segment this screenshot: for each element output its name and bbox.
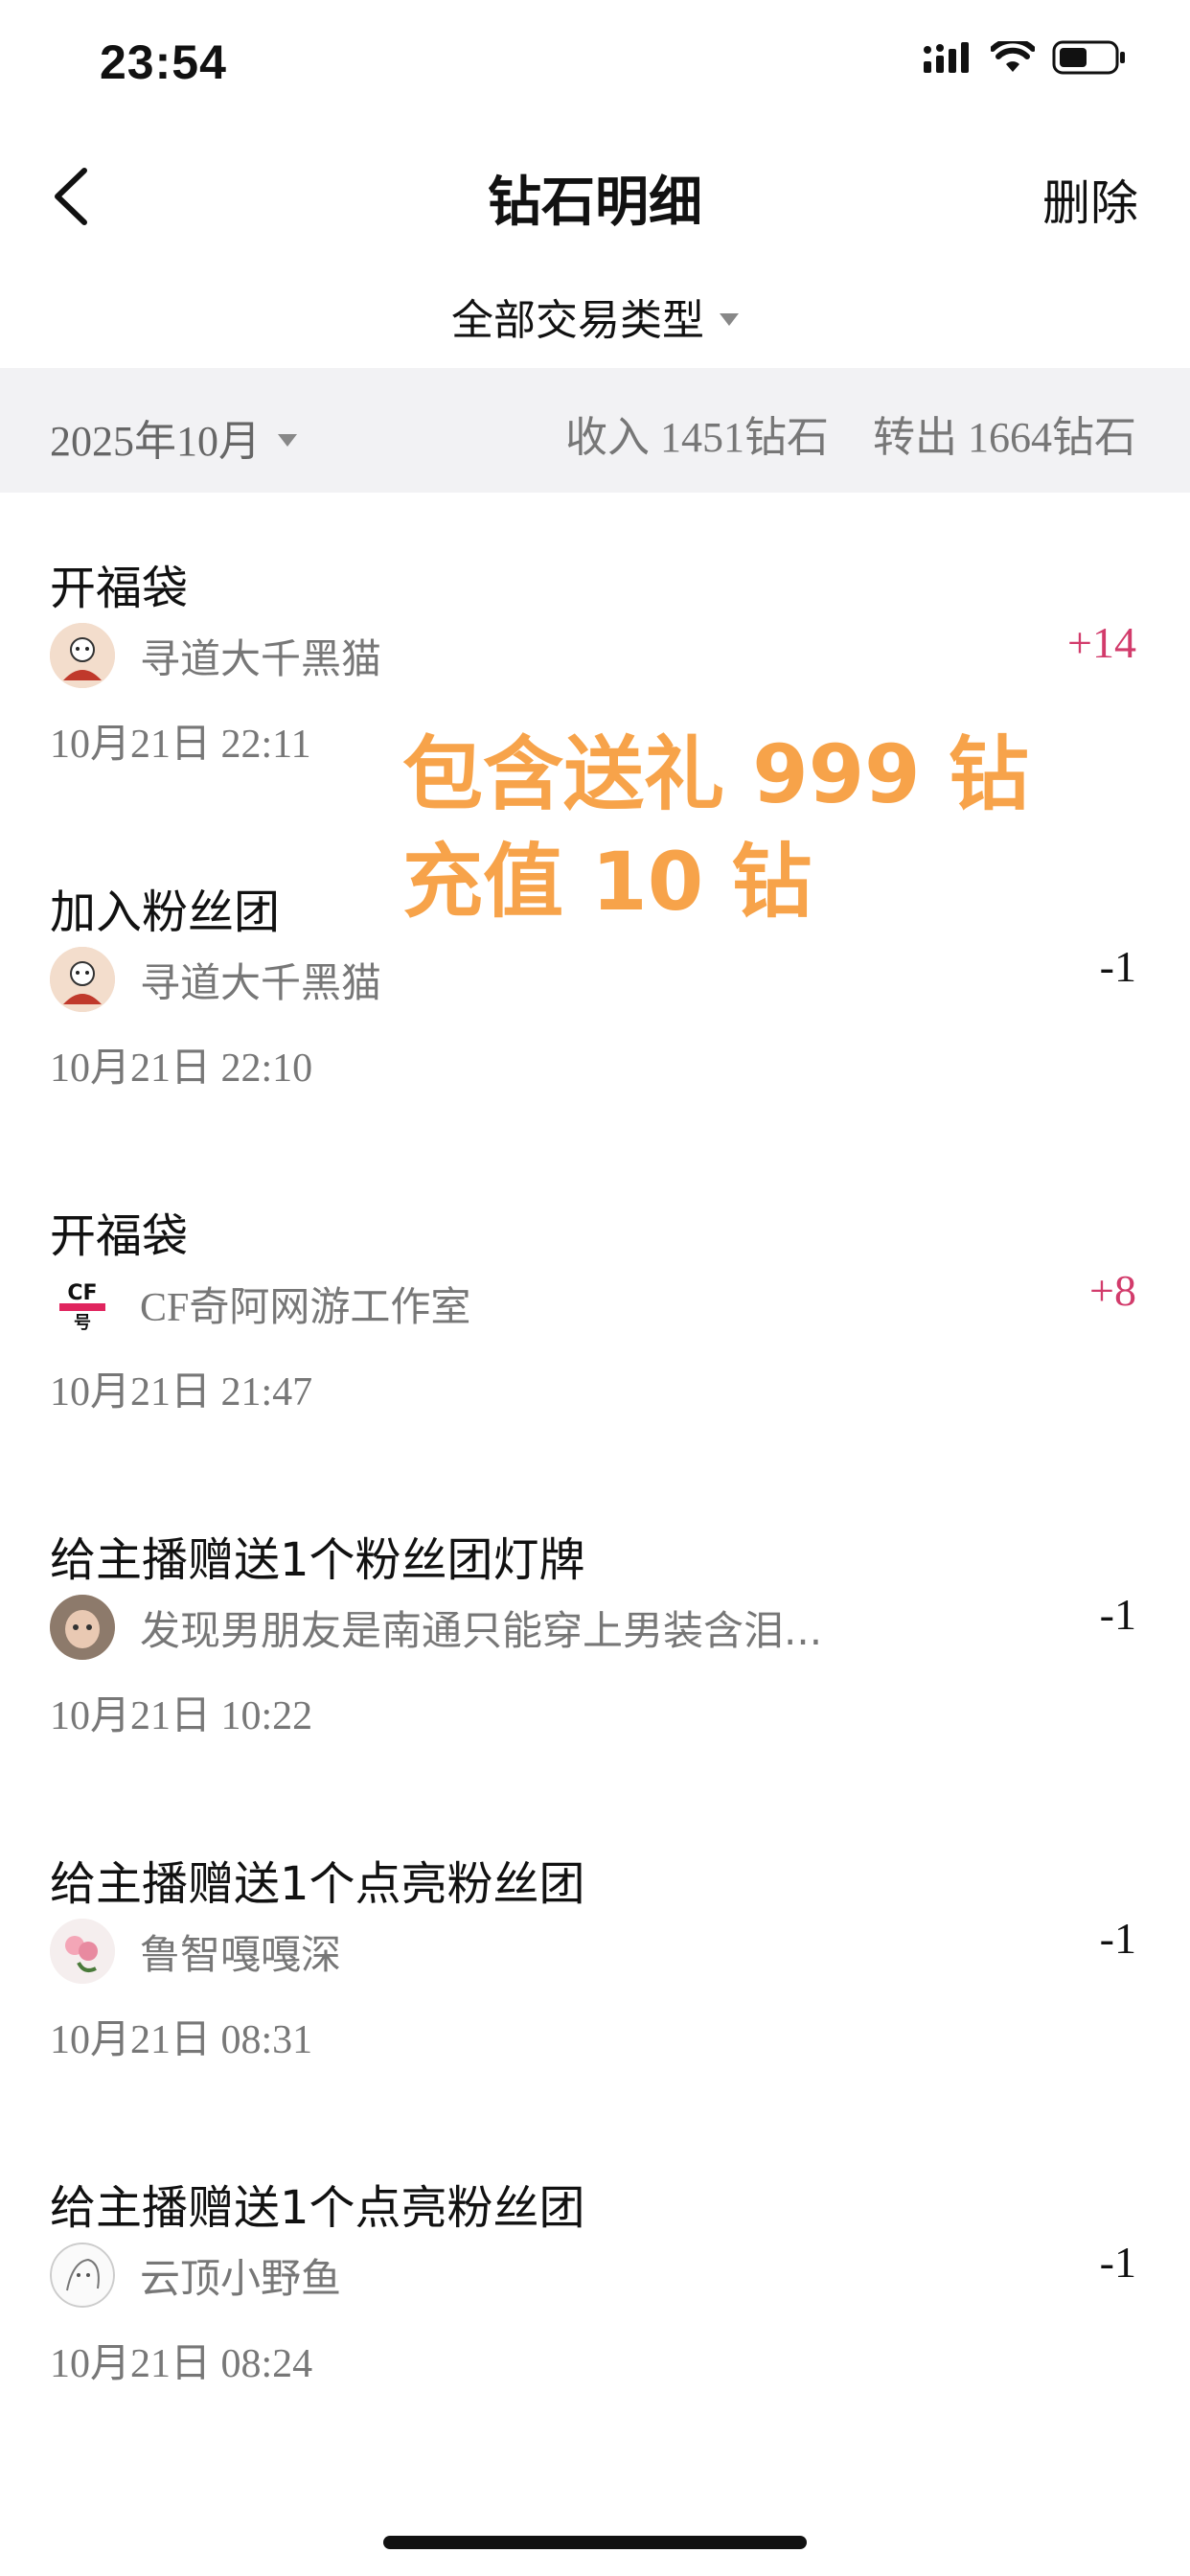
transaction-amount: +8 (1089, 1266, 1136, 1315)
month-selector[interactable]: 2025年10月 (50, 406, 297, 468)
transaction-title: 给主播赠送1个粉丝团灯牌 (50, 1533, 585, 1587)
transaction-amount: -1 (1099, 942, 1136, 991)
transaction-user: 发现男朋友是南通只能穿上男装含泪... (50, 1595, 822, 1660)
transaction-amount: -1 (1099, 1914, 1136, 1963)
user-avatar-icon (50, 947, 115, 1012)
username: 发现男朋友是南通只能穿上男装含泪... (140, 1606, 823, 1654)
delete-button[interactable]: 删除 (1042, 165, 1138, 234)
transaction-date: 10月21日 10:22 (50, 1694, 313, 1738)
cf-logo-icon: CF 号 (57, 1276, 107, 1333)
username: 寻道大千黑猫 (140, 634, 382, 682)
svg-text:CF: CF (67, 1281, 97, 1305)
transaction-user: 寻道大千黑猫 (50, 623, 381, 688)
transaction-title: 给主播赠送1个点亮粉丝团 (50, 2181, 585, 2235)
home-indicator[interactable] (383, 2536, 807, 2549)
annotation-line-1: 包含送礼 999 钻 (402, 727, 1029, 821)
username: 云顶小野鱼 (140, 2254, 342, 2302)
transaction-date: 10月21日 22:10 (50, 1046, 313, 1091)
avatar: CF 号 (50, 1271, 115, 1336)
avatar (50, 1919, 115, 1984)
filter-label: 全部交易类型 (451, 296, 704, 345)
user-avatar-icon (50, 1919, 115, 1984)
cellular-signal-icon (924, 42, 969, 73)
income-total: 收入 1451钻石 (565, 414, 829, 461)
username: 鲁智嘎嘎深 (140, 1930, 342, 1978)
wifi-icon (991, 41, 1035, 72)
avatar (50, 2242, 115, 2308)
month-summary-bar: 2025年10月 收入 1451钻石 转出 1664钻石 (0, 368, 1190, 493)
transaction-user: 鲁智嘎嘎深 (50, 1919, 341, 1984)
transaction-user: 云顶小野鱼 (50, 2242, 341, 2308)
user-avatar-icon (50, 2242, 115, 2308)
transaction-item[interactable]: 给主播赠送1个点亮粉丝团 云顶小野鱼 -1 10月21日 08:24 (0, 2112, 1190, 2428)
transaction-amount: -1 (1099, 2238, 1136, 2287)
page-title: 钻石明细 (488, 172, 702, 234)
transaction-date: 10月21日 08:31 (50, 2018, 313, 2062)
transaction-title: 开福袋 (50, 562, 189, 615)
transaction-title: 给主播赠送1个点亮粉丝团 (50, 1857, 585, 1911)
avatar (50, 947, 115, 1012)
annotation-line-2: 充值 10 钻 (402, 835, 812, 929)
user-avatar-icon (50, 1595, 115, 1660)
transaction-amount: +14 (1067, 618, 1136, 667)
nav-bar: 钻石明细 删除 (0, 144, 1190, 249)
avatar (50, 623, 115, 688)
avatar (50, 1595, 115, 1660)
transaction-type-filter[interactable]: 全部交易类型 (0, 278, 1190, 355)
user-avatar-icon (50, 623, 115, 688)
battery-icon (1052, 40, 1125, 75)
transaction-item[interactable]: 给主播赠送1个粉丝团灯牌 发现男朋友是南通只能穿上男装含泪... -1 10月2… (0, 1464, 1190, 1781)
transfer-out-total: 转出 1664钻石 (873, 414, 1136, 461)
transaction-title: 加入粉丝团 (50, 886, 281, 939)
caret-down-icon (278, 433, 297, 447)
transaction-title: 开福袋 (50, 1209, 189, 1263)
overlay-annotation: 包含送礼 999 钻 充值 10 钻 (402, 721, 1029, 935)
status-time: 23:54 (100, 35, 227, 89)
month-label: 2025年10月 (50, 418, 261, 465)
caret-down-icon (720, 312, 739, 326)
transaction-user: 寻道大千黑猫 (50, 947, 381, 1012)
svg-text:号: 号 (74, 1313, 91, 1333)
username: CF奇阿网游工作室 (140, 1285, 471, 1330)
transaction-item[interactable]: 开福袋 CF 号 CF奇阿网游工作室 +8 10月21日 21:47 (0, 1140, 1190, 1457)
status-icons (924, 40, 1127, 75)
transaction-date: 10月21日 21:47 (50, 1370, 313, 1414)
transaction-item[interactable]: 给主播赠送1个点亮粉丝团 鲁智嘎嘎深 -1 10月21日 08:31 (0, 1788, 1190, 2104)
transaction-amount: -1 (1099, 1590, 1136, 1639)
username: 寻道大千黑猫 (140, 958, 382, 1006)
transaction-date: 10月21日 08:24 (50, 2342, 313, 2386)
summary-totals: 收入 1451钻石 转出 1664钻石 (565, 402, 1136, 464)
status-bar: 23:54 (0, 0, 1190, 125)
transaction-date: 10月21日 22:11 (50, 723, 311, 767)
transaction-user: CF 号 CF奇阿网游工作室 (50, 1271, 470, 1336)
